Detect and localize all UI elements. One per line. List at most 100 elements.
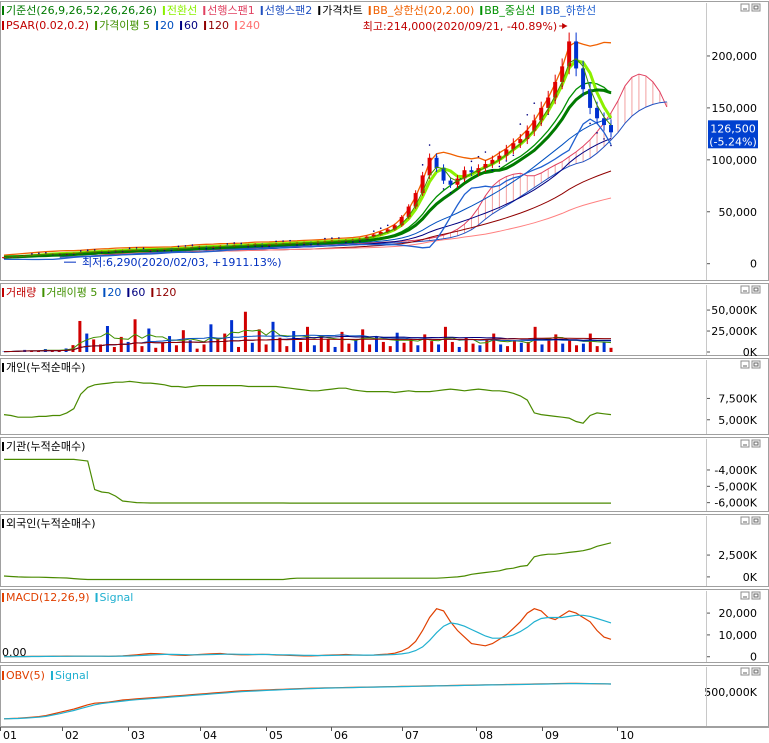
volume-bar <box>588 333 592 352</box>
volume-bar <box>361 329 365 352</box>
psar-dot <box>505 160 508 162</box>
legend-swatch <box>235 21 238 30</box>
volume-bar <box>423 334 427 352</box>
psar-dot <box>345 241 347 244</box>
y-tick-label: 25,000K <box>711 325 757 338</box>
candle-body <box>469 170 474 173</box>
volume-bar <box>147 328 151 352</box>
candle-body <box>609 125 613 133</box>
volume-bar <box>85 333 89 352</box>
volume-bar <box>609 347 613 352</box>
high-annotation: 최고:214,000(2020/09/21, -40.89%) <box>363 20 557 33</box>
volume-bar <box>478 345 482 352</box>
psar-dot <box>38 252 40 255</box>
psar-dot <box>596 132 598 134</box>
volume-bar <box>512 340 516 352</box>
psar-dot <box>324 237 326 240</box>
volume-bar <box>195 348 199 352</box>
volume-bar <box>388 346 392 352</box>
volume-bar <box>250 342 254 352</box>
volume-bar <box>312 345 316 352</box>
volume-bar <box>174 345 178 352</box>
legend-item: PSAR(0.02,0.2) <box>6 19 89 32</box>
y-tick-label: 50,000 <box>719 206 758 219</box>
psar-dot <box>589 122 591 125</box>
y-tick-label: 2,500K <box>718 549 757 562</box>
psar-dot <box>86 249 89 251</box>
legend-item: Signal <box>55 669 89 682</box>
legend-swatch <box>2 519 4 528</box>
psar-dot <box>317 243 319 245</box>
x-tick-label: 01 <box>3 729 17 742</box>
volume-bar <box>450 341 454 352</box>
volume-bar <box>368 344 372 352</box>
legend-swatch <box>162 6 165 15</box>
panel-minimize-icon <box>740 360 750 369</box>
panel-minimize-icon <box>740 439 750 448</box>
volume-bar <box>216 338 220 352</box>
psar-dot <box>512 154 515 157</box>
stock-chart: 200,000 150,000 100,000 50,000 0 50,000K 25,00… <box>0 0 769 743</box>
volume-bar <box>230 320 234 352</box>
volume-bar <box>181 330 185 352</box>
psar-dot <box>170 249 173 252</box>
x-tick-label: 06 <box>334 729 348 742</box>
volume-bar <box>402 342 406 352</box>
x-tick-label: 05 <box>269 729 283 742</box>
psar-dot <box>484 151 487 153</box>
psar-dot <box>93 249 96 251</box>
volume-bar <box>223 333 227 352</box>
volume-bar <box>519 342 523 352</box>
panel-frame-individual <box>0 358 769 435</box>
panel-maximize-icon <box>751 285 761 294</box>
panel-maximize-icon <box>751 3 761 12</box>
volume-bar <box>416 345 420 352</box>
legend-item: OBV(5) <box>6 669 45 682</box>
x-tick-label: 03 <box>131 729 145 742</box>
legend-item: 전환선 <box>167 4 197 17</box>
candle-body <box>406 206 411 217</box>
psar-dot <box>386 224 389 227</box>
legend-item: 240 <box>239 19 260 32</box>
legend-swatch <box>2 363 4 372</box>
legend-swatch <box>127 288 130 297</box>
y-tick-label: 5,000K <box>718 414 757 427</box>
y-tick-label: 10,000 <box>719 629 758 642</box>
candle-body <box>539 107 544 121</box>
psar-dot <box>268 245 270 248</box>
volume-bar <box>437 344 441 352</box>
psar-dot <box>379 227 382 230</box>
panel-frame-foreigner <box>0 514 769 587</box>
legend-item: 개인(누적순매수) <box>6 361 85 374</box>
y-tick-label: 0K <box>743 571 758 584</box>
legend-swatch <box>204 21 207 30</box>
volume-bar <box>354 340 358 352</box>
candle-body <box>595 107 600 119</box>
volume-bar <box>326 339 330 352</box>
psar-dot <box>296 244 298 246</box>
x-tick-label: 02 <box>65 729 79 742</box>
volume-bar <box>457 346 461 352</box>
volume-bar <box>561 343 565 352</box>
volume-bar <box>264 344 268 352</box>
legend-item: 거래이평 5 <box>46 286 97 299</box>
y-tick-label: 200,000 <box>712 50 758 63</box>
volume-bar <box>568 340 572 352</box>
psar-dot <box>359 240 361 243</box>
legend-swatch <box>2 288 4 297</box>
psar-dot <box>352 241 354 243</box>
panel-minimize-icon <box>740 3 750 12</box>
legend-swatch <box>2 442 4 451</box>
legend-swatch <box>318 6 321 15</box>
volume-bar <box>485 339 489 352</box>
legend-item: 120 <box>155 286 176 299</box>
psar-dot <box>282 240 284 242</box>
volume-bar <box>395 332 399 352</box>
legend-swatch <box>2 6 4 15</box>
panel-maximize-icon <box>751 667 761 676</box>
psar-dot <box>212 247 215 250</box>
y-tick-label: 500,000K <box>704 686 757 699</box>
volume-bar <box>285 346 289 352</box>
psar-dot <box>79 250 82 252</box>
legend-swatch <box>180 21 183 30</box>
